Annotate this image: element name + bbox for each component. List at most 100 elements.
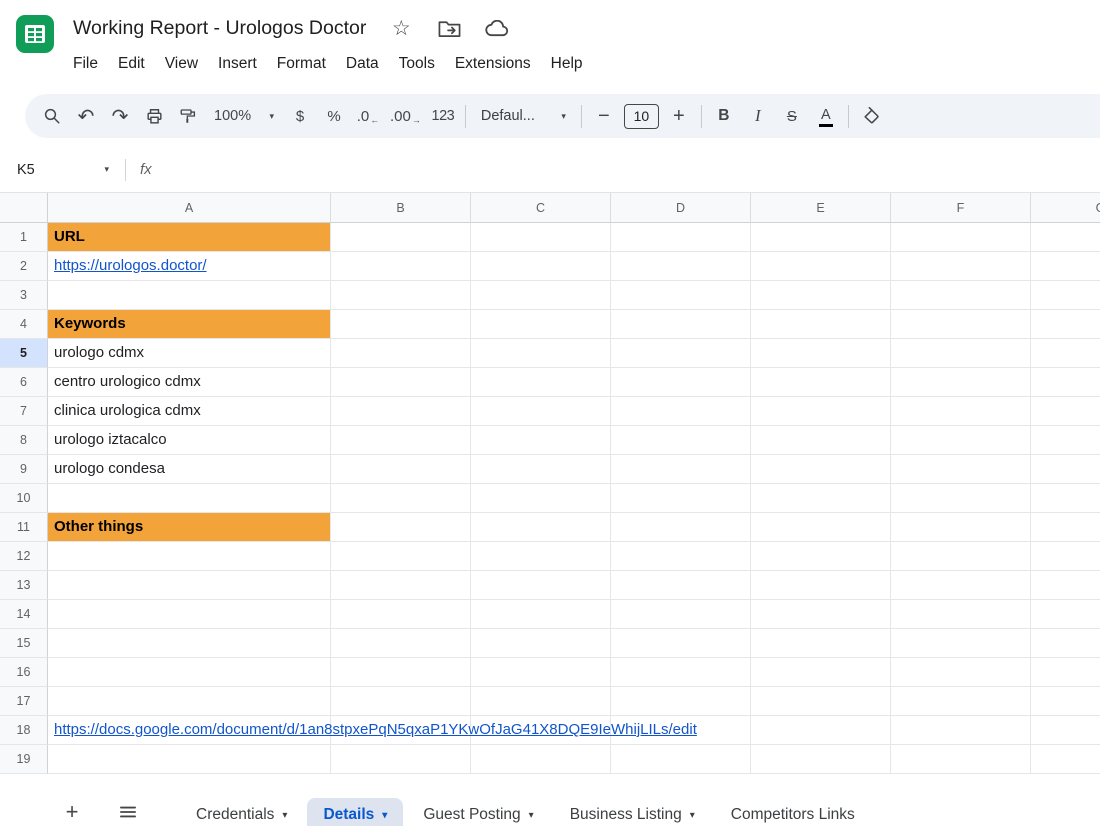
cell-E1[interactable] bbox=[751, 223, 891, 252]
cell-D4[interactable] bbox=[611, 310, 751, 339]
sheet-tab-details[interactable]: Details ▾ bbox=[307, 798, 404, 826]
cell-F10[interactable] bbox=[891, 484, 1031, 513]
row-header-7[interactable]: 7 bbox=[0, 397, 48, 426]
cell-B13[interactable] bbox=[331, 571, 471, 600]
cell-G3[interactable] bbox=[1031, 281, 1100, 310]
add-sheet-button[interactable]: + bbox=[58, 798, 86, 826]
cell-A10[interactable] bbox=[48, 484, 331, 513]
cell-B2[interactable] bbox=[331, 252, 471, 281]
cell-E6[interactable] bbox=[751, 368, 891, 397]
cell-D6[interactable] bbox=[611, 368, 751, 397]
cell-G14[interactable] bbox=[1031, 600, 1100, 629]
cell-G6[interactable] bbox=[1031, 368, 1100, 397]
cell-G9[interactable] bbox=[1031, 455, 1100, 484]
cell-D7[interactable] bbox=[611, 397, 751, 426]
sheet-tab-credentials[interactable]: Credentials ▾ bbox=[180, 798, 303, 826]
text-color-button[interactable]: A bbox=[809, 100, 843, 132]
cell-F14[interactable] bbox=[891, 600, 1031, 629]
cell-A16[interactable] bbox=[48, 658, 331, 687]
column-header-A[interactable]: A bbox=[48, 193, 331, 223]
cell-A19[interactable] bbox=[48, 745, 331, 774]
cell-E3[interactable] bbox=[751, 281, 891, 310]
cell-E5[interactable] bbox=[751, 339, 891, 368]
cell-E15[interactable] bbox=[751, 629, 891, 658]
row-header-10[interactable]: 10 bbox=[0, 484, 48, 513]
cell-B10[interactable] bbox=[331, 484, 471, 513]
cell-E11[interactable] bbox=[751, 513, 891, 542]
column-header-E[interactable]: E bbox=[751, 193, 891, 223]
sheets-logo-icon[interactable] bbox=[15, 14, 55, 54]
cell-D8[interactable] bbox=[611, 426, 751, 455]
cell-B9[interactable] bbox=[331, 455, 471, 484]
increase-font-size-button[interactable]: + bbox=[662, 100, 696, 132]
cell-A1[interactable]: URL bbox=[48, 223, 331, 252]
menu-data[interactable]: Data bbox=[336, 51, 389, 77]
strikethrough-button[interactable]: S bbox=[775, 100, 809, 132]
cell-C8[interactable] bbox=[471, 426, 611, 455]
cell-B5[interactable] bbox=[331, 339, 471, 368]
row-header-18[interactable]: 18 bbox=[0, 716, 48, 745]
cell-C14[interactable] bbox=[471, 600, 611, 629]
cell-B3[interactable] bbox=[331, 281, 471, 310]
sheet-tab-competitors-links[interactable]: Competitors Links bbox=[715, 798, 871, 826]
font-family-select[interactable]: Defaul... ▾ bbox=[471, 100, 576, 132]
cell-C12[interactable] bbox=[471, 542, 611, 571]
format-currency-button[interactable]: $ bbox=[283, 100, 317, 132]
cell-E8[interactable] bbox=[751, 426, 891, 455]
row-header-19[interactable]: 19 bbox=[0, 745, 48, 774]
cell-D17[interactable] bbox=[611, 687, 751, 716]
cell-E13[interactable] bbox=[751, 571, 891, 600]
search-icon[interactable] bbox=[35, 100, 69, 132]
cell-C1[interactable] bbox=[471, 223, 611, 252]
menu-format[interactable]: Format bbox=[267, 51, 336, 77]
cell-G18[interactable] bbox=[1031, 716, 1100, 745]
cell-D5[interactable] bbox=[611, 339, 751, 368]
menu-insert[interactable]: Insert bbox=[208, 51, 267, 77]
cell-B16[interactable] bbox=[331, 658, 471, 687]
cell-D2[interactable] bbox=[611, 252, 751, 281]
cell-F8[interactable] bbox=[891, 426, 1031, 455]
cell-A2[interactable]: https://urologos.doctor/ bbox=[48, 252, 331, 281]
cell-D9[interactable] bbox=[611, 455, 751, 484]
cell-G16[interactable] bbox=[1031, 658, 1100, 687]
menu-edit[interactable]: Edit bbox=[108, 51, 155, 77]
cell-F17[interactable] bbox=[891, 687, 1031, 716]
cell-B6[interactable] bbox=[331, 368, 471, 397]
cell-A18[interactable]: https://docs.google.com/document/d/1an8s… bbox=[48, 716, 697, 745]
cell-B14[interactable] bbox=[331, 600, 471, 629]
row-header-14[interactable]: 14 bbox=[0, 600, 48, 629]
column-header-G[interactable]: G bbox=[1031, 193, 1100, 223]
cell-B11[interactable] bbox=[331, 513, 471, 542]
cell-A17[interactable] bbox=[48, 687, 331, 716]
row-header-11[interactable]: 11 bbox=[0, 513, 48, 542]
cell-E2[interactable] bbox=[751, 252, 891, 281]
cell-D1[interactable] bbox=[611, 223, 751, 252]
all-sheets-menu-icon[interactable] bbox=[114, 798, 142, 826]
cell-F5[interactable] bbox=[891, 339, 1031, 368]
decrease-decimal-button[interactable]: .0 ← bbox=[351, 100, 385, 132]
cell-C9[interactable] bbox=[471, 455, 611, 484]
cell-A12[interactable] bbox=[48, 542, 331, 571]
cell-G13[interactable] bbox=[1031, 571, 1100, 600]
menu-tools[interactable]: Tools bbox=[389, 51, 445, 77]
cell-link[interactable]: https://urologos.doctor/ bbox=[54, 257, 207, 274]
cell-F4[interactable] bbox=[891, 310, 1031, 339]
cell-D13[interactable] bbox=[611, 571, 751, 600]
cell-D12[interactable] bbox=[611, 542, 751, 571]
cell-D11[interactable] bbox=[611, 513, 751, 542]
move-folder-icon[interactable] bbox=[436, 15, 462, 41]
cell-C6[interactable] bbox=[471, 368, 611, 397]
cell-G7[interactable] bbox=[1031, 397, 1100, 426]
select-all-corner[interactable] bbox=[0, 193, 48, 223]
row-header-12[interactable]: 12 bbox=[0, 542, 48, 571]
bold-button[interactable]: B bbox=[707, 100, 741, 132]
cell-C3[interactable] bbox=[471, 281, 611, 310]
sheet-tab-guest-posting[interactable]: Guest Posting ▾ bbox=[407, 798, 549, 826]
row-header-6[interactable]: 6 bbox=[0, 368, 48, 397]
cell-F12[interactable] bbox=[891, 542, 1031, 571]
cell-A6[interactable]: centro urologico cdmx bbox=[48, 368, 331, 397]
more-formats-button[interactable]: 123 bbox=[426, 100, 460, 132]
cell-F18[interactable] bbox=[891, 716, 1031, 745]
cell-G19[interactable] bbox=[1031, 745, 1100, 774]
star-icon[interactable]: ☆ bbox=[388, 15, 414, 41]
